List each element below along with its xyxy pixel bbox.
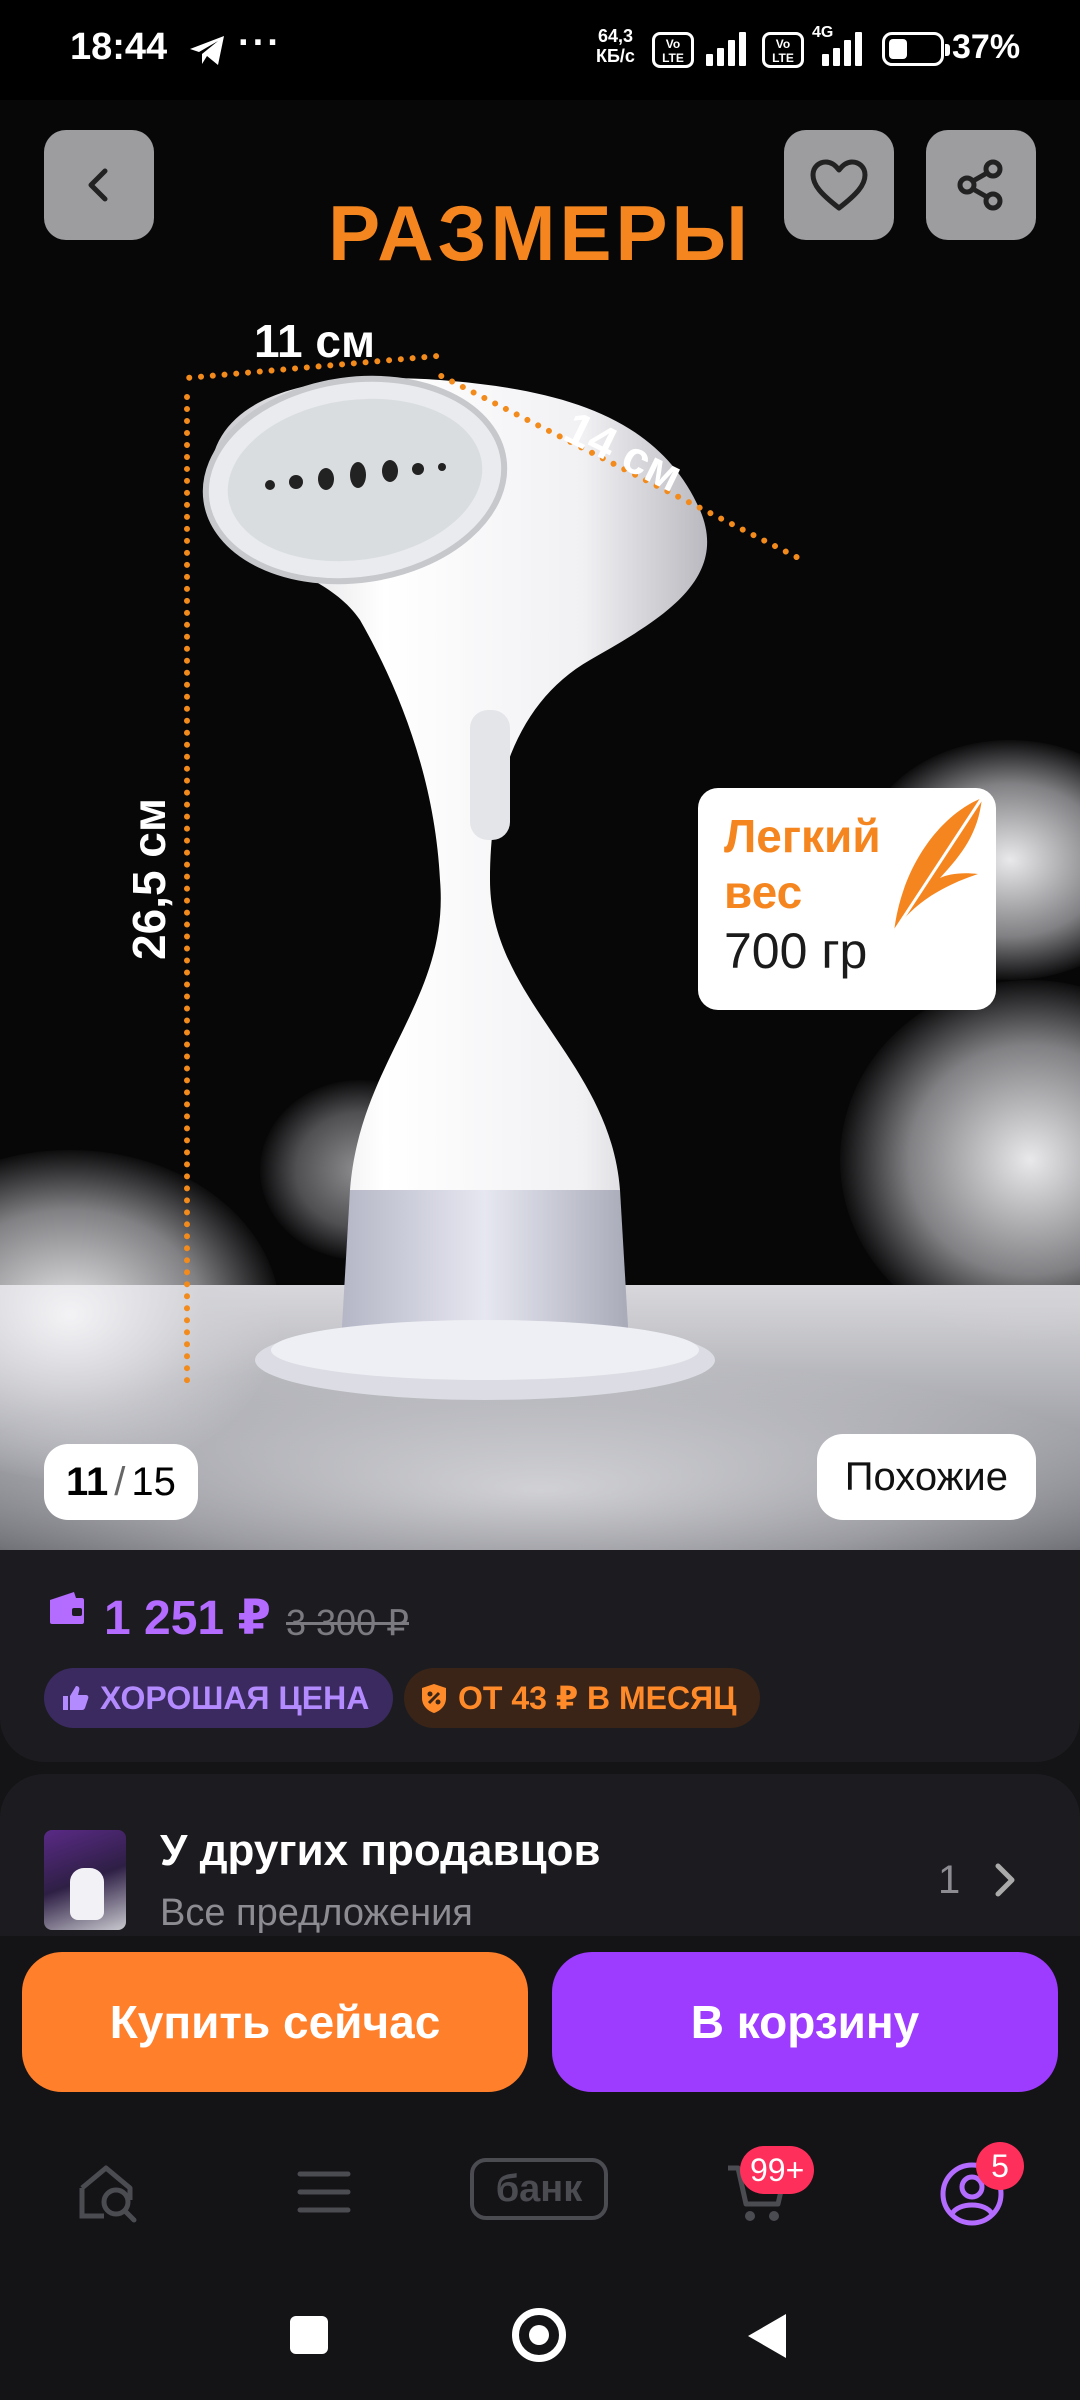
image-counter-current: 11: [66, 1459, 109, 1504]
volte-bottom: LTE: [772, 51, 794, 65]
home-button[interactable]: [512, 2308, 566, 2362]
thumbs-up-icon: [63, 1686, 89, 1710]
volte-top: Vo: [665, 37, 681, 51]
shield-percent-icon: [422, 1684, 446, 1713]
weight-card: Легкий вес 700 гр: [698, 788, 996, 1010]
system-back-button[interactable]: [748, 2314, 786, 2358]
network-speed: 64,3 КБ/с: [596, 26, 635, 66]
bottom-navigation: банк 99+ 5: [0, 2106, 1080, 2278]
offers-count: 1: [938, 1858, 961, 1902]
all-offers-link[interactable]: Все предложения: [160, 1892, 473, 1935]
add-to-cart-button[interactable]: В корзину: [552, 1952, 1058, 2092]
buy-now-button[interactable]: Купить сейчас: [22, 1952, 528, 2092]
telegram-icon: [188, 34, 228, 73]
similar-products-button[interactable]: Похожие: [816, 1434, 1036, 1520]
volte-top: Vo: [775, 37, 791, 51]
image-counter-separator: /: [114, 1459, 126, 1504]
volte-bottom: LTE: [662, 51, 684, 65]
chevron-right-icon: [995, 1863, 1015, 1897]
image-counter-total: 15: [131, 1459, 176, 1504]
feather-icon: [892, 797, 984, 933]
profile-notification-badge: 5: [976, 2142, 1024, 2190]
price-card: 1 251 ₽ 3 300 ₽ ХОРОШАЯ ЦЕНА ОТ 43 ₽ В М…: [0, 1550, 1080, 1762]
bank-tab[interactable]: банк: [470, 2158, 608, 2220]
heart-icon: [810, 159, 868, 211]
old-price: 3 300 ₽: [286, 1602, 409, 1643]
image-counter: 11 / 15: [44, 1444, 198, 1520]
seller-product-thumbnail: [44, 1830, 126, 1930]
status-time: 18:44: [70, 26, 168, 68]
battery-fill: [889, 39, 907, 59]
recent-apps-button[interactable]: [290, 2316, 328, 2354]
more-notifications-icon: ···: [238, 22, 282, 64]
network-speed-value: 64,3: [597, 26, 633, 46]
wallet-icon: [50, 1592, 84, 1624]
purchase-actions: Купить сейчас В корзину: [0, 1936, 1080, 2106]
installment-label: ОТ 43 ₽ В МЕСЯЦ: [458, 1680, 737, 1716]
dimension-height-label: 26,5 см: [123, 798, 175, 960]
image-heading: РАЗМЕРЫ: [328, 189, 752, 277]
signal-icon: [706, 32, 746, 66]
good-price-label: ХОРОШАЯ ЦЕНА: [100, 1679, 370, 1716]
good-price-badge[interactable]: ХОРОШАЯ ЦЕНА: [44, 1668, 394, 1728]
favorite-button[interactable]: [784, 130, 894, 240]
chevron-left-icon: [88, 168, 108, 202]
battery-percent: 37%: [952, 28, 1021, 66]
home-search-icon[interactable]: [76, 2160, 140, 2224]
back-button[interactable]: [44, 130, 154, 240]
signal-icon-sim2: [822, 32, 862, 66]
current-price: 1 251 ₽: [104, 1592, 271, 1645]
system-navigation-bar: [0, 2278, 1080, 2400]
product-image-gallery[interactable]: РАЗМЕРЫ 11 см 14 см 26,5 см Легкий вес 7…: [0, 100, 1080, 1550]
share-icon: [957, 159, 1003, 211]
battery-icon: [882, 32, 950, 66]
dimension-width-label: 11 см: [254, 315, 376, 367]
height-dimension-line: [184, 394, 192, 1384]
other-sellers-title: У других продавцов: [160, 1826, 601, 1875]
cart-count-badge: 99+: [740, 2146, 815, 2194]
volte-icon-sim2: Vo LTE: [762, 32, 804, 68]
catalog-menu-icon[interactable]: [292, 2160, 356, 2224]
installment-badge[interactable]: ОТ 43 ₽ В МЕСЯЦ: [404, 1668, 761, 1728]
volte-icon: Vo LTE: [652, 32, 694, 68]
status-bar: 18:44 ··· 64,3 КБ/с Vo LTE Vo LTE 4G 37%: [0, 0, 1080, 100]
share-button[interactable]: [926, 130, 1036, 240]
network-speed-unit: КБ/с: [596, 46, 635, 66]
